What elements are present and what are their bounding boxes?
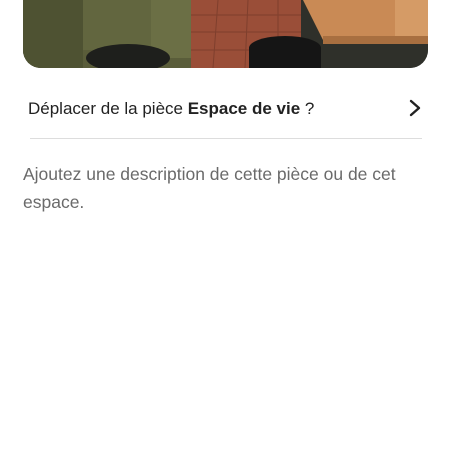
- chevron-right-icon: [408, 99, 422, 117]
- description-input[interactable]: Ajoutez une description de cette pièce o…: [23, 160, 423, 216]
- move-room-suffix: ?: [300, 99, 315, 118]
- move-room-text: Déplacer de la pièce Espace de vie ?: [23, 99, 314, 119]
- room-photo[interactable]: [23, 0, 428, 68]
- move-room-prefix: Déplacer de la pièce: [28, 99, 188, 118]
- living-room-photo-image: [23, 0, 428, 68]
- divider: [30, 138, 422, 139]
- room-photo-detail-page: Déplacer de la pièce Espace de vie ? Ajo…: [0, 0, 450, 450]
- room-name: Espace de vie: [187, 99, 301, 118]
- move-room-row[interactable]: Déplacer de la pièce Espace de vie ?: [23, 86, 428, 132]
